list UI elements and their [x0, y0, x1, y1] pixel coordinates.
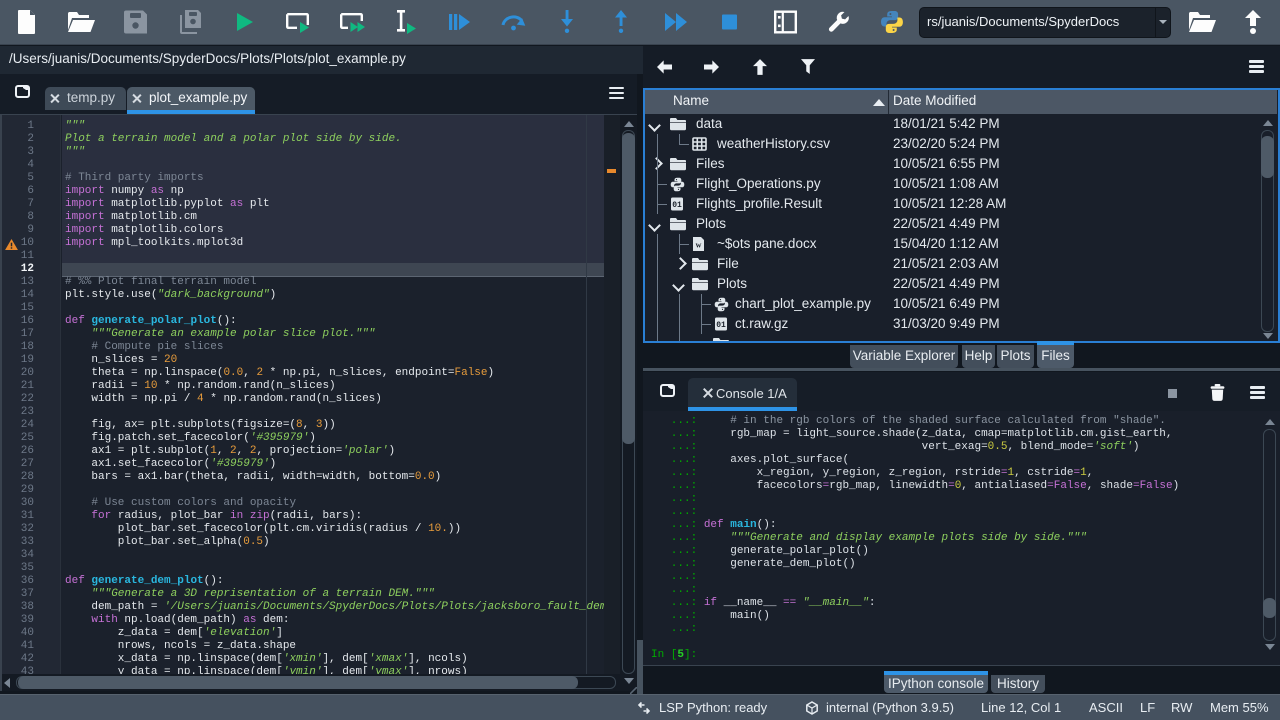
svg-text:w: w [696, 241, 702, 250]
svg-text:01: 01 [672, 201, 682, 210]
svg-text:01: 01 [716, 321, 726, 330]
